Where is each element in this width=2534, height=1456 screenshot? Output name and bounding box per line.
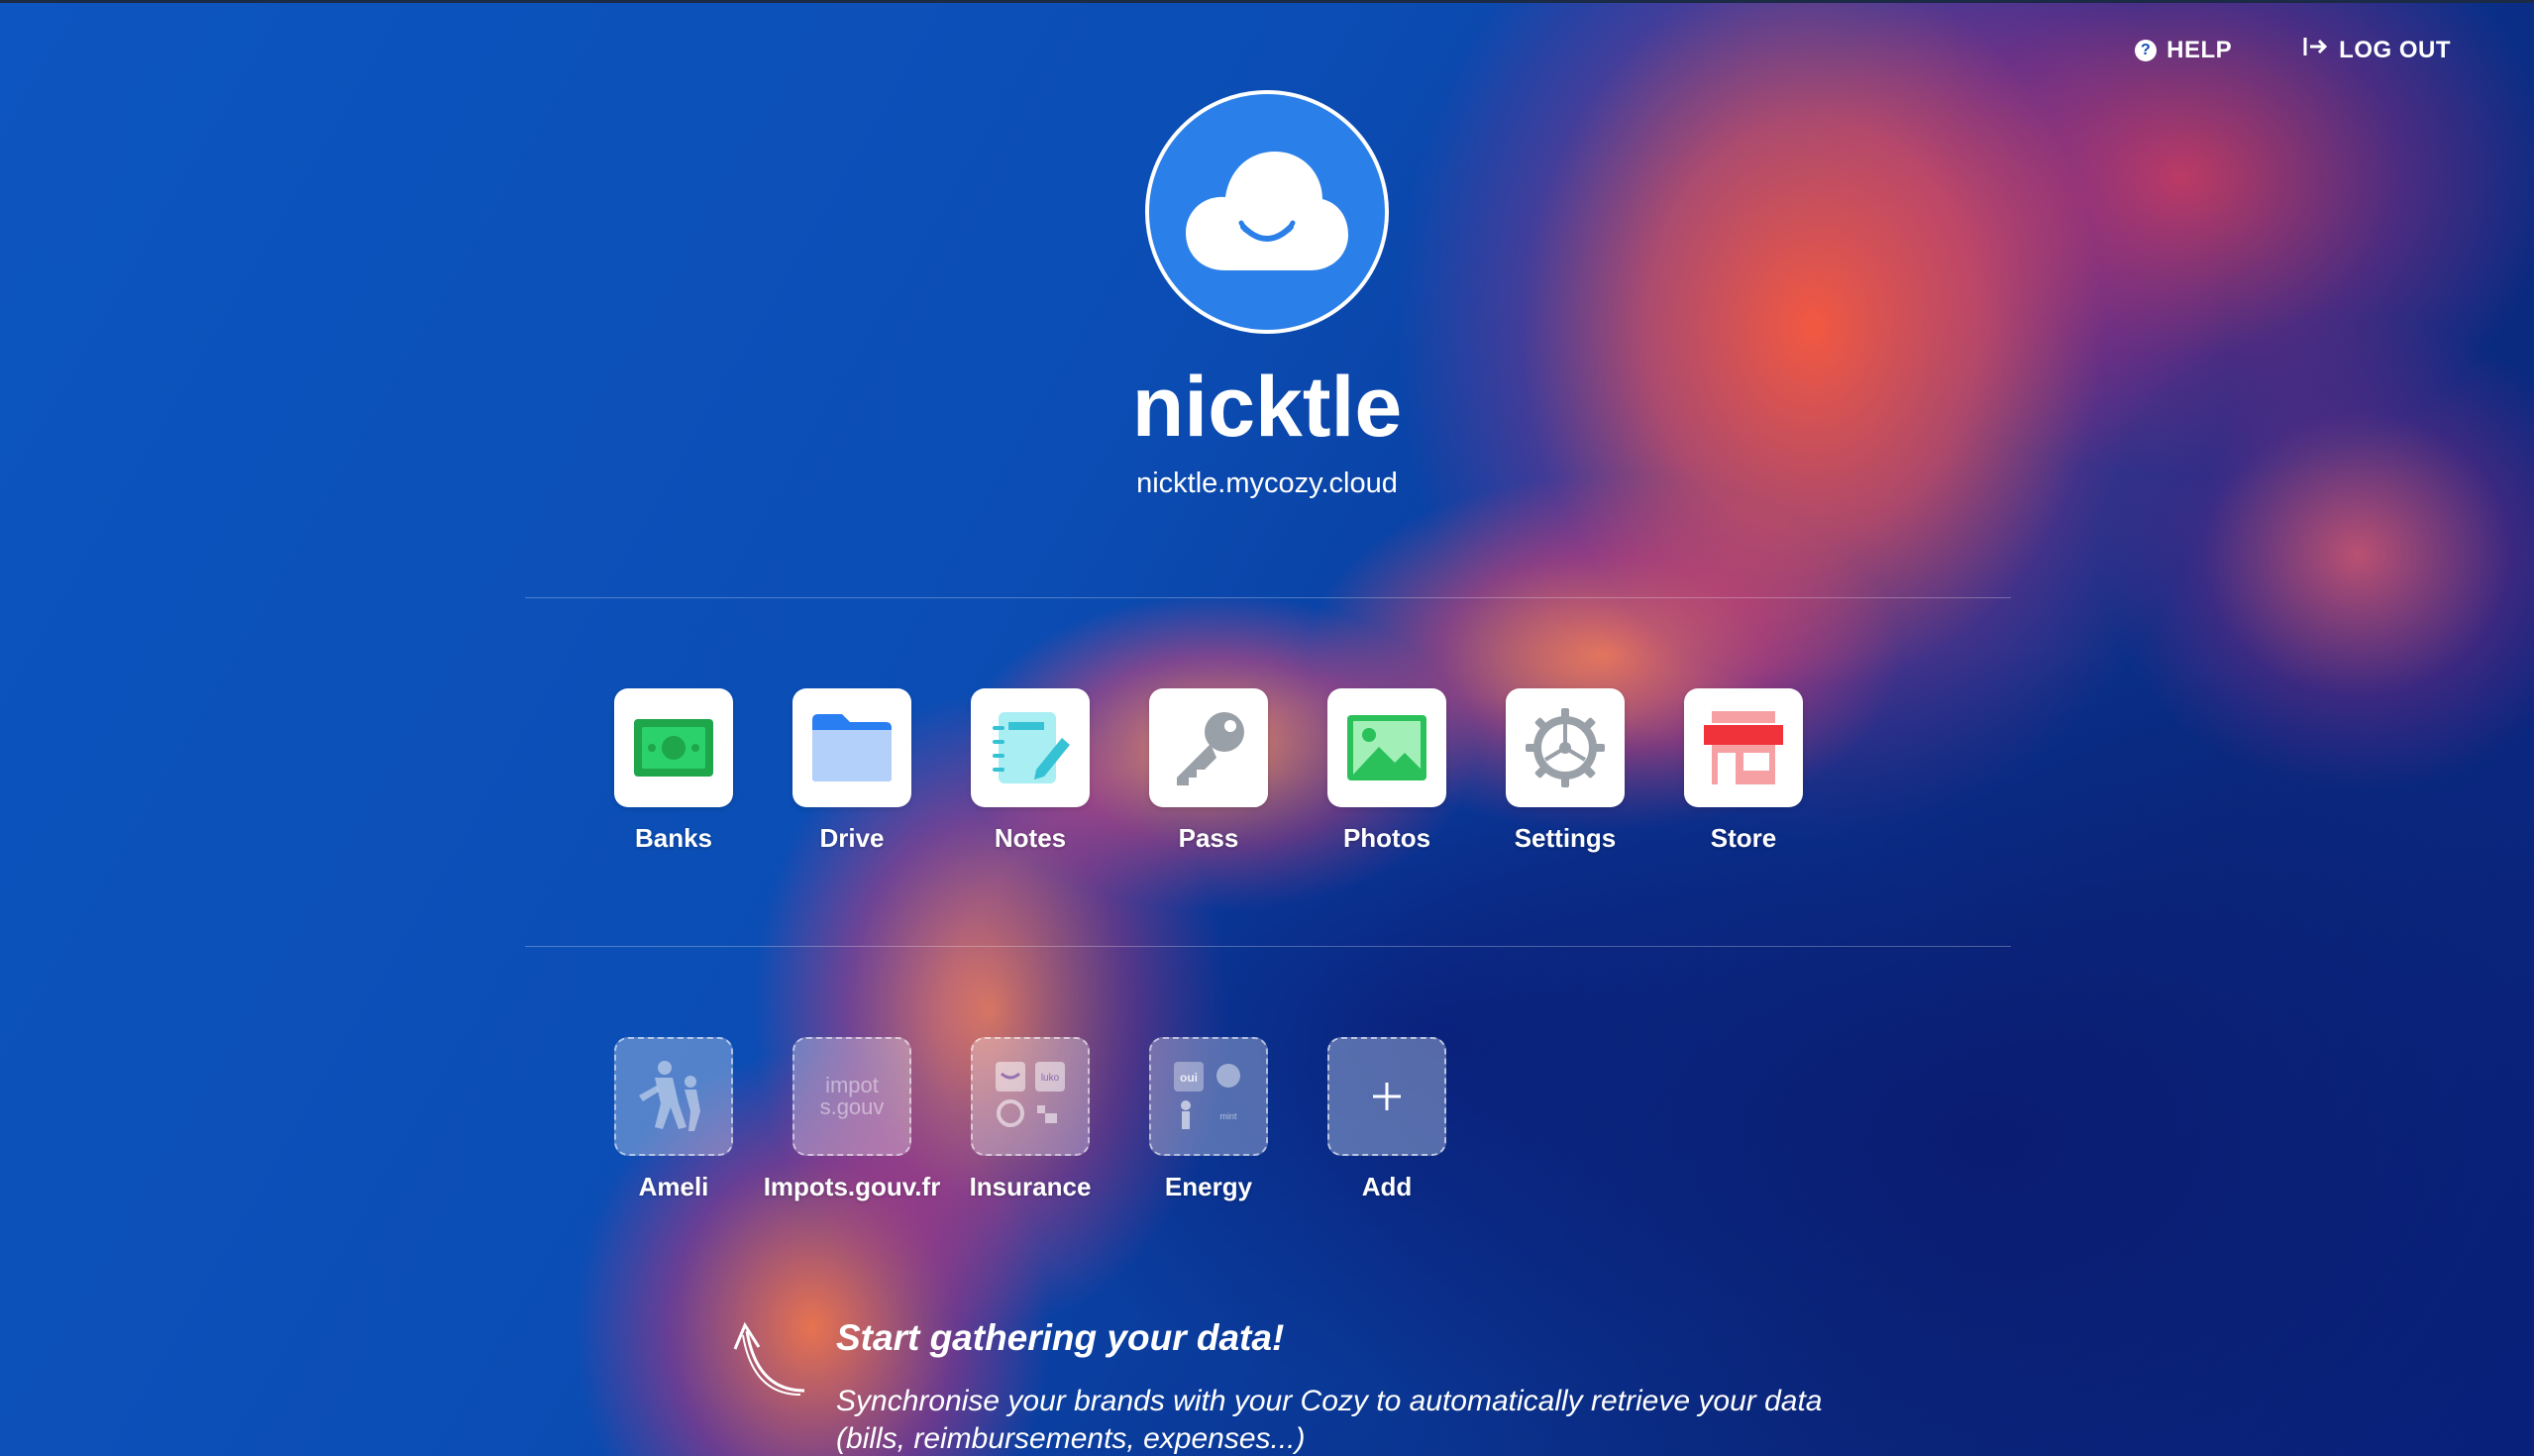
ameli-icon	[639, 1061, 700, 1131]
connector-impots[interactable]: impots.gouv Impots.gouv.fr	[763, 1037, 941, 1202]
store-icon	[1704, 711, 1783, 784]
connector-insurance[interactable]: luko Insurance	[941, 1037, 1119, 1202]
help-link[interactable]: ? HELP	[2135, 37, 2232, 64]
app-store[interactable]: Store	[1654, 688, 1833, 854]
app-label: Insurance	[969, 1172, 1092, 1201]
top-nav: ? HELP LOG OUT	[2135, 36, 2451, 64]
app-pass[interactable]: Pass	[1119, 688, 1298, 854]
help-circle-icon: ?	[2135, 39, 2158, 61]
app-label: Pass	[1178, 823, 1239, 853]
apps-grid: Banks Drive Notes Pass Photos Settings S…	[584, 688, 1833, 854]
app-label: Impots.gouv.fr	[763, 1172, 941, 1201]
key-icon	[1177, 712, 1244, 785]
divider	[525, 946, 2011, 947]
app-label: Ameli	[638, 1172, 709, 1201]
insurance-icon: luko	[996, 1062, 1065, 1127]
banks-icon	[634, 719, 713, 777]
app-settings[interactable]: Settings	[1476, 688, 1654, 854]
logout-link[interactable]: LOG OUT	[2303, 36, 2451, 64]
app-label: Photos	[1342, 823, 1431, 853]
app-drive[interactable]: Drive	[763, 688, 941, 854]
app-photos[interactable]: Photos	[1298, 688, 1476, 854]
app-notes[interactable]: Notes	[941, 688, 1119, 854]
app-label: Settings	[1514, 823, 1617, 853]
logout-label: LOG OUT	[2339, 36, 2451, 63]
top-border	[0, 0, 2534, 3]
app-banks[interactable]: Banks	[584, 688, 763, 854]
username: nicktle	[1131, 360, 1403, 455]
connectors-grid: Ameli impots.gouv Impots.gouv.fr luko In…	[584, 1037, 1476, 1202]
app-label: Notes	[994, 823, 1067, 853]
svg-text:luko: luko	[1041, 1073, 1060, 1084]
cozy-cloud-icon	[1186, 152, 1348, 270]
impots-gouv-icon: impots.gouv	[819, 1073, 885, 1119]
svg-text:mint: mint	[1219, 1111, 1237, 1121]
app-label: Store	[1710, 823, 1777, 853]
help-label: HELP	[2166, 36, 2233, 63]
add-connector-button[interactable]: Add	[1298, 1037, 1476, 1202]
logout-icon	[2303, 36, 2329, 64]
photos-icon	[1347, 715, 1426, 780]
notes-icon	[993, 712, 1070, 783]
plus-icon	[1373, 1083, 1401, 1110]
settings-gear-icon	[1526, 708, 1605, 787]
app-label: Add	[1361, 1172, 1413, 1201]
divider	[525, 597, 2011, 598]
energy-icon: oui mint	[1174, 1062, 1240, 1129]
avatar	[1145, 90, 1389, 334]
app-label: Energy	[1164, 1172, 1253, 1201]
cozy-domain: nicktle.mycozy.cloud	[1136, 468, 1398, 499]
gather-text: Synchronise your brands with your Cozy t…	[836, 1385, 1823, 1455]
drive-folder-icon	[812, 714, 892, 781]
gather-title: Start gathering your data!	[836, 1317, 1285, 1358]
app-label: Drive	[819, 823, 885, 853]
app-label: Banks	[634, 823, 713, 853]
connector-energy[interactable]: oui mint Energy	[1119, 1037, 1298, 1202]
connector-ameli[interactable]: Ameli	[584, 1037, 763, 1202]
svg-text:oui: oui	[1180, 1071, 1198, 1085]
curved-arrow-icon	[733, 1321, 805, 1396]
